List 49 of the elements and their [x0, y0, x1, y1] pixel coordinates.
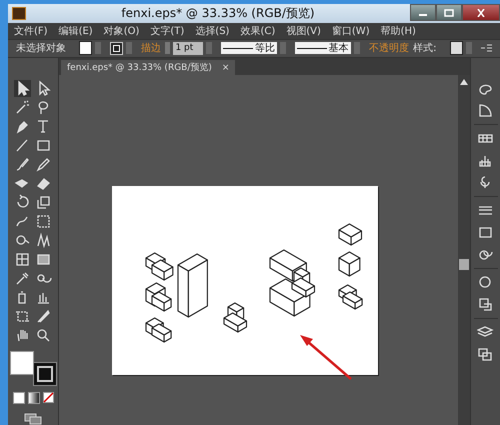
- maximize-button[interactable]: [436, 4, 462, 21]
- menu-item[interactable]: 窗口(W): [332, 24, 370, 38]
- menu-item[interactable]: 效果(C): [240, 24, 276, 38]
- eyedropper-icon[interactable]: [14, 270, 31, 287]
- none-mode-icon[interactable]: [42, 392, 54, 403]
- free-transform-icon[interactable]: [35, 213, 52, 230]
- artboards-icon[interactable]: [477, 346, 494, 363]
- scroll-up-icon[interactable]: [460, 79, 468, 85]
- menu-item[interactable]: 选择(S): [195, 24, 230, 38]
- fill-swatch[interactable]: [79, 41, 92, 56]
- brush-icon[interactable]: [14, 156, 31, 173]
- menu-item[interactable]: 文字(T): [150, 24, 184, 38]
- stroke-color-swatch[interactable]: [34, 363, 56, 385]
- scale-icon[interactable]: [35, 194, 52, 211]
- app-logo-icon: [12, 6, 26, 20]
- style-label: 样式:: [413, 42, 436, 56]
- menu-item[interactable]: 视图(V): [286, 24, 321, 38]
- window-title: fenxi.eps* @ 33.33% (RGB/预览): [120, 4, 316, 22]
- screen-mode-icon[interactable]: [24, 413, 42, 425]
- color-guide-icon[interactable]: [477, 102, 494, 119]
- menu-item[interactable]: 文件(F): [14, 24, 48, 38]
- scroll-thumb[interactable]: [459, 259, 469, 270]
- color-mode-icon[interactable]: [12, 392, 24, 404]
- pencil-icon[interactable]: [35, 156, 52, 173]
- graphic-styles-icon[interactable]: [477, 296, 494, 313]
- panel-menu-icon[interactable]: [480, 44, 492, 52]
- selection-status: 未选择对象: [16, 42, 66, 56]
- magic-wand-icon[interactable]: [14, 99, 31, 116]
- slice-icon[interactable]: [35, 308, 52, 325]
- close-button[interactable]: [462, 4, 500, 21]
- zoom-icon[interactable]: [35, 327, 52, 344]
- style-swatch[interactable]: [450, 41, 463, 56]
- vertical-scrollbar[interactable]: [458, 75, 470, 425]
- mesh-icon[interactable]: [14, 251, 31, 268]
- minimize-button[interactable]: [410, 4, 436, 21]
- annotation-arrow: [300, 335, 352, 380]
- stroke-weight-field[interactable]: 1 pt: [173, 42, 204, 55]
- menu-item[interactable]: 对象(O): [104, 24, 140, 38]
- fill-color-swatch[interactable]: [10, 351, 34, 375]
- maximize-icon: [444, 8, 454, 16]
- brush-dropdown[interactable]: 基本: [295, 42, 351, 54]
- gradient-mode-icon[interactable]: [28, 392, 40, 404]
- stroke-swatch[interactable]: [110, 42, 123, 55]
- close-icon: [476, 8, 486, 16]
- menu-item[interactable]: 编辑(E): [58, 24, 93, 38]
- profile-dropdown[interactable]: 等比: [221, 42, 277, 54]
- menu-item[interactable]: 帮助(H): [380, 24, 416, 38]
- document-tab[interactable]: fenxi.eps* @ 33.33% (RGB/预览) ×: [61, 60, 236, 75]
- tab-close-button[interactable]: ×: [222, 62, 230, 72]
